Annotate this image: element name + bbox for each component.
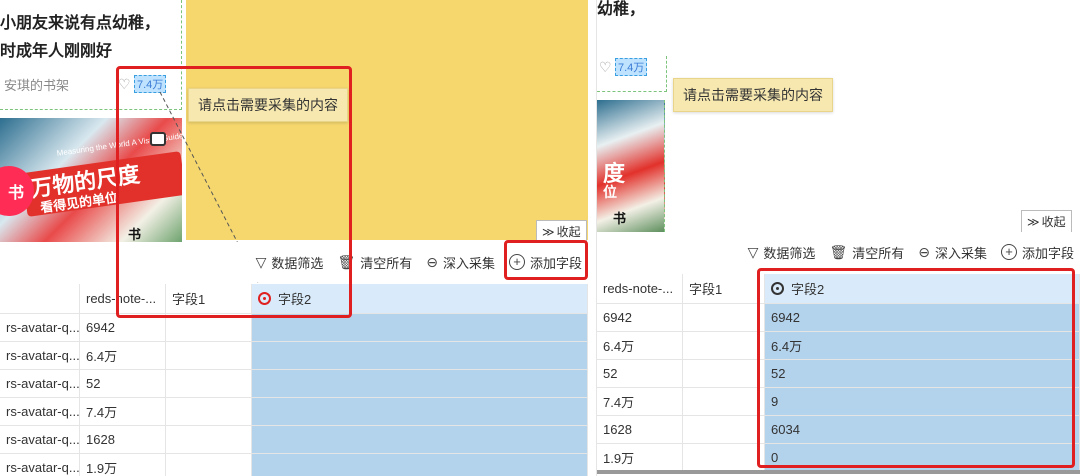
table-cell[interactable] (166, 314, 252, 341)
table-cell[interactable]: 6.4万 (80, 342, 166, 369)
cover-corner-text: 书 (613, 211, 627, 226)
clear-label: 清空所有 (852, 245, 905, 261)
table-cell-selected[interactable] (252, 314, 588, 341)
note-meta: ♡ 7.4万 (597, 56, 667, 92)
table-cell[interactable]: rs-avatar-q... (0, 370, 80, 397)
annotation-frame (757, 268, 1075, 468)
note-feed: 幼稚， ♡ 7.4万 度 位 书 请点击需要采集的内容 ≫ 收起 (597, 0, 1080, 240)
table-cell-selected[interactable] (252, 342, 588, 369)
table-cell[interactable]: 7.4万 (80, 398, 166, 425)
deep-label: 深入采集 (442, 255, 495, 271)
collapse-label: 收起 (556, 225, 581, 239)
table-cell[interactable]: rs-avatar-q... (0, 426, 80, 453)
like-count[interactable]: 7.4万 (615, 58, 648, 76)
left-panel: 小朋友来说有点幼稚， 时成年人刚刚好 安琪的书架 ♡ 7.4万 Measurin… (0, 0, 588, 476)
table-cell[interactable] (683, 416, 765, 443)
link-icon: ⊖ (918, 244, 930, 260)
table-toolbar: ▽ 数据筛选 🗑 清空所有 ⊖ 深入采集 + 添加字段 (597, 232, 1080, 272)
deep-collect-button[interactable]: ⊖ 深入采集 (918, 243, 987, 262)
table-cell-selected[interactable] (252, 398, 588, 425)
table-cell-selected[interactable] (252, 370, 588, 397)
table-cell[interactable]: 6.4万 (597, 332, 683, 359)
table-cell[interactable]: rs-avatar-q... (0, 342, 80, 369)
table-cell[interactable] (166, 454, 252, 476)
filter-icon: ▽ (747, 244, 759, 260)
annotation-frame-add-field (504, 240, 588, 280)
select-tooltip: 请点击需要采集的内容 (673, 78, 833, 112)
table-cell[interactable] (166, 342, 252, 369)
column-header[interactable]: reds-note-... (597, 274, 683, 303)
annotation-frame (116, 66, 352, 318)
table-cell[interactable]: 7.4万 (597, 388, 683, 415)
trash-icon: 🗑 (829, 244, 848, 260)
clear-label: 清空所有 (360, 255, 413, 271)
heart-icon[interactable]: ♡ (599, 60, 613, 74)
table-row: rs-avatar-q... 6942 (0, 314, 588, 342)
link-icon: ⊖ (426, 254, 438, 270)
table-cell[interactable] (683, 388, 765, 415)
like-block[interactable]: ♡ 7.4万 (599, 58, 648, 76)
add-label: 添加字段 (1021, 245, 1074, 261)
horizontal-scrollbar[interactable] (597, 470, 1080, 474)
table-cell[interactable]: 1628 (597, 416, 683, 443)
add-field-button[interactable]: + 添加字段 (1000, 243, 1074, 262)
column-header[interactable] (0, 284, 80, 313)
table-cell[interactable]: rs-avatar-q... (0, 398, 80, 425)
table-row: rs-avatar-q... 1.9万 (0, 454, 588, 476)
table-cell[interactable]: 52 (597, 360, 683, 387)
cover-subtitle: 位 (603, 184, 617, 200)
filter-label: 数据筛选 (763, 245, 816, 261)
table-cell[interactable] (166, 370, 252, 397)
plus-circle-icon: + (1000, 244, 1017, 260)
table-cell[interactable] (166, 426, 252, 453)
table-cell[interactable] (683, 444, 765, 471)
note-title-fragment: 幼稚， (597, 1, 646, 18)
panel-divider (588, 0, 596, 476)
table-cell[interactable] (166, 398, 252, 425)
table-cell[interactable]: 1.9万 (80, 454, 166, 476)
deep-label: 深入采集 (934, 245, 987, 261)
right-panel: 幼稚， ♡ 7.4万 度 位 书 请点击需要采集的内容 ≫ 收起 ▽ 数据筛选 … (596, 0, 1080, 476)
table-row: rs-avatar-q... 6.4万 (0, 342, 588, 370)
collapse-button[interactable]: ≫ 收起 (1021, 210, 1072, 233)
table-cell[interactable]: 6942 (80, 314, 166, 341)
table-cell[interactable] (683, 304, 765, 331)
table-cell-selected[interactable] (252, 454, 588, 476)
clear-all-button[interactable]: 🗑 清空所有 (829, 243, 904, 262)
table-cell-selected[interactable] (252, 426, 588, 453)
table-cell[interactable]: 6942 (597, 304, 683, 331)
note-cover-image[interactable]: 度 位 书 (597, 100, 665, 232)
table-cell[interactable]: rs-avatar-q... (0, 454, 80, 476)
double-chevron-down-icon: ≫ (542, 224, 555, 239)
deep-collect-button[interactable]: ⊖ 深入采集 (426, 253, 495, 272)
table-row: rs-avatar-q... 52 (0, 370, 588, 398)
table-row: rs-avatar-q... 1628 (0, 426, 588, 454)
table-cell[interactable]: 52 (80, 370, 166, 397)
table-row: rs-avatar-q... 7.4万 (0, 398, 588, 426)
table-cell[interactable]: 1.9万 (597, 444, 683, 471)
table-cell[interactable]: 1628 (80, 426, 166, 453)
filter-data-button[interactable]: ▽ 数据筛选 (748, 243, 816, 262)
double-chevron-down-icon: ≫ (1027, 214, 1040, 229)
collapse-label: 收起 (1041, 215, 1066, 229)
table-cell[interactable] (683, 360, 765, 387)
table-cell[interactable]: rs-avatar-q... (0, 314, 80, 341)
column-header[interactable]: 字段1 (683, 274, 765, 303)
table-cell[interactable] (683, 332, 765, 359)
